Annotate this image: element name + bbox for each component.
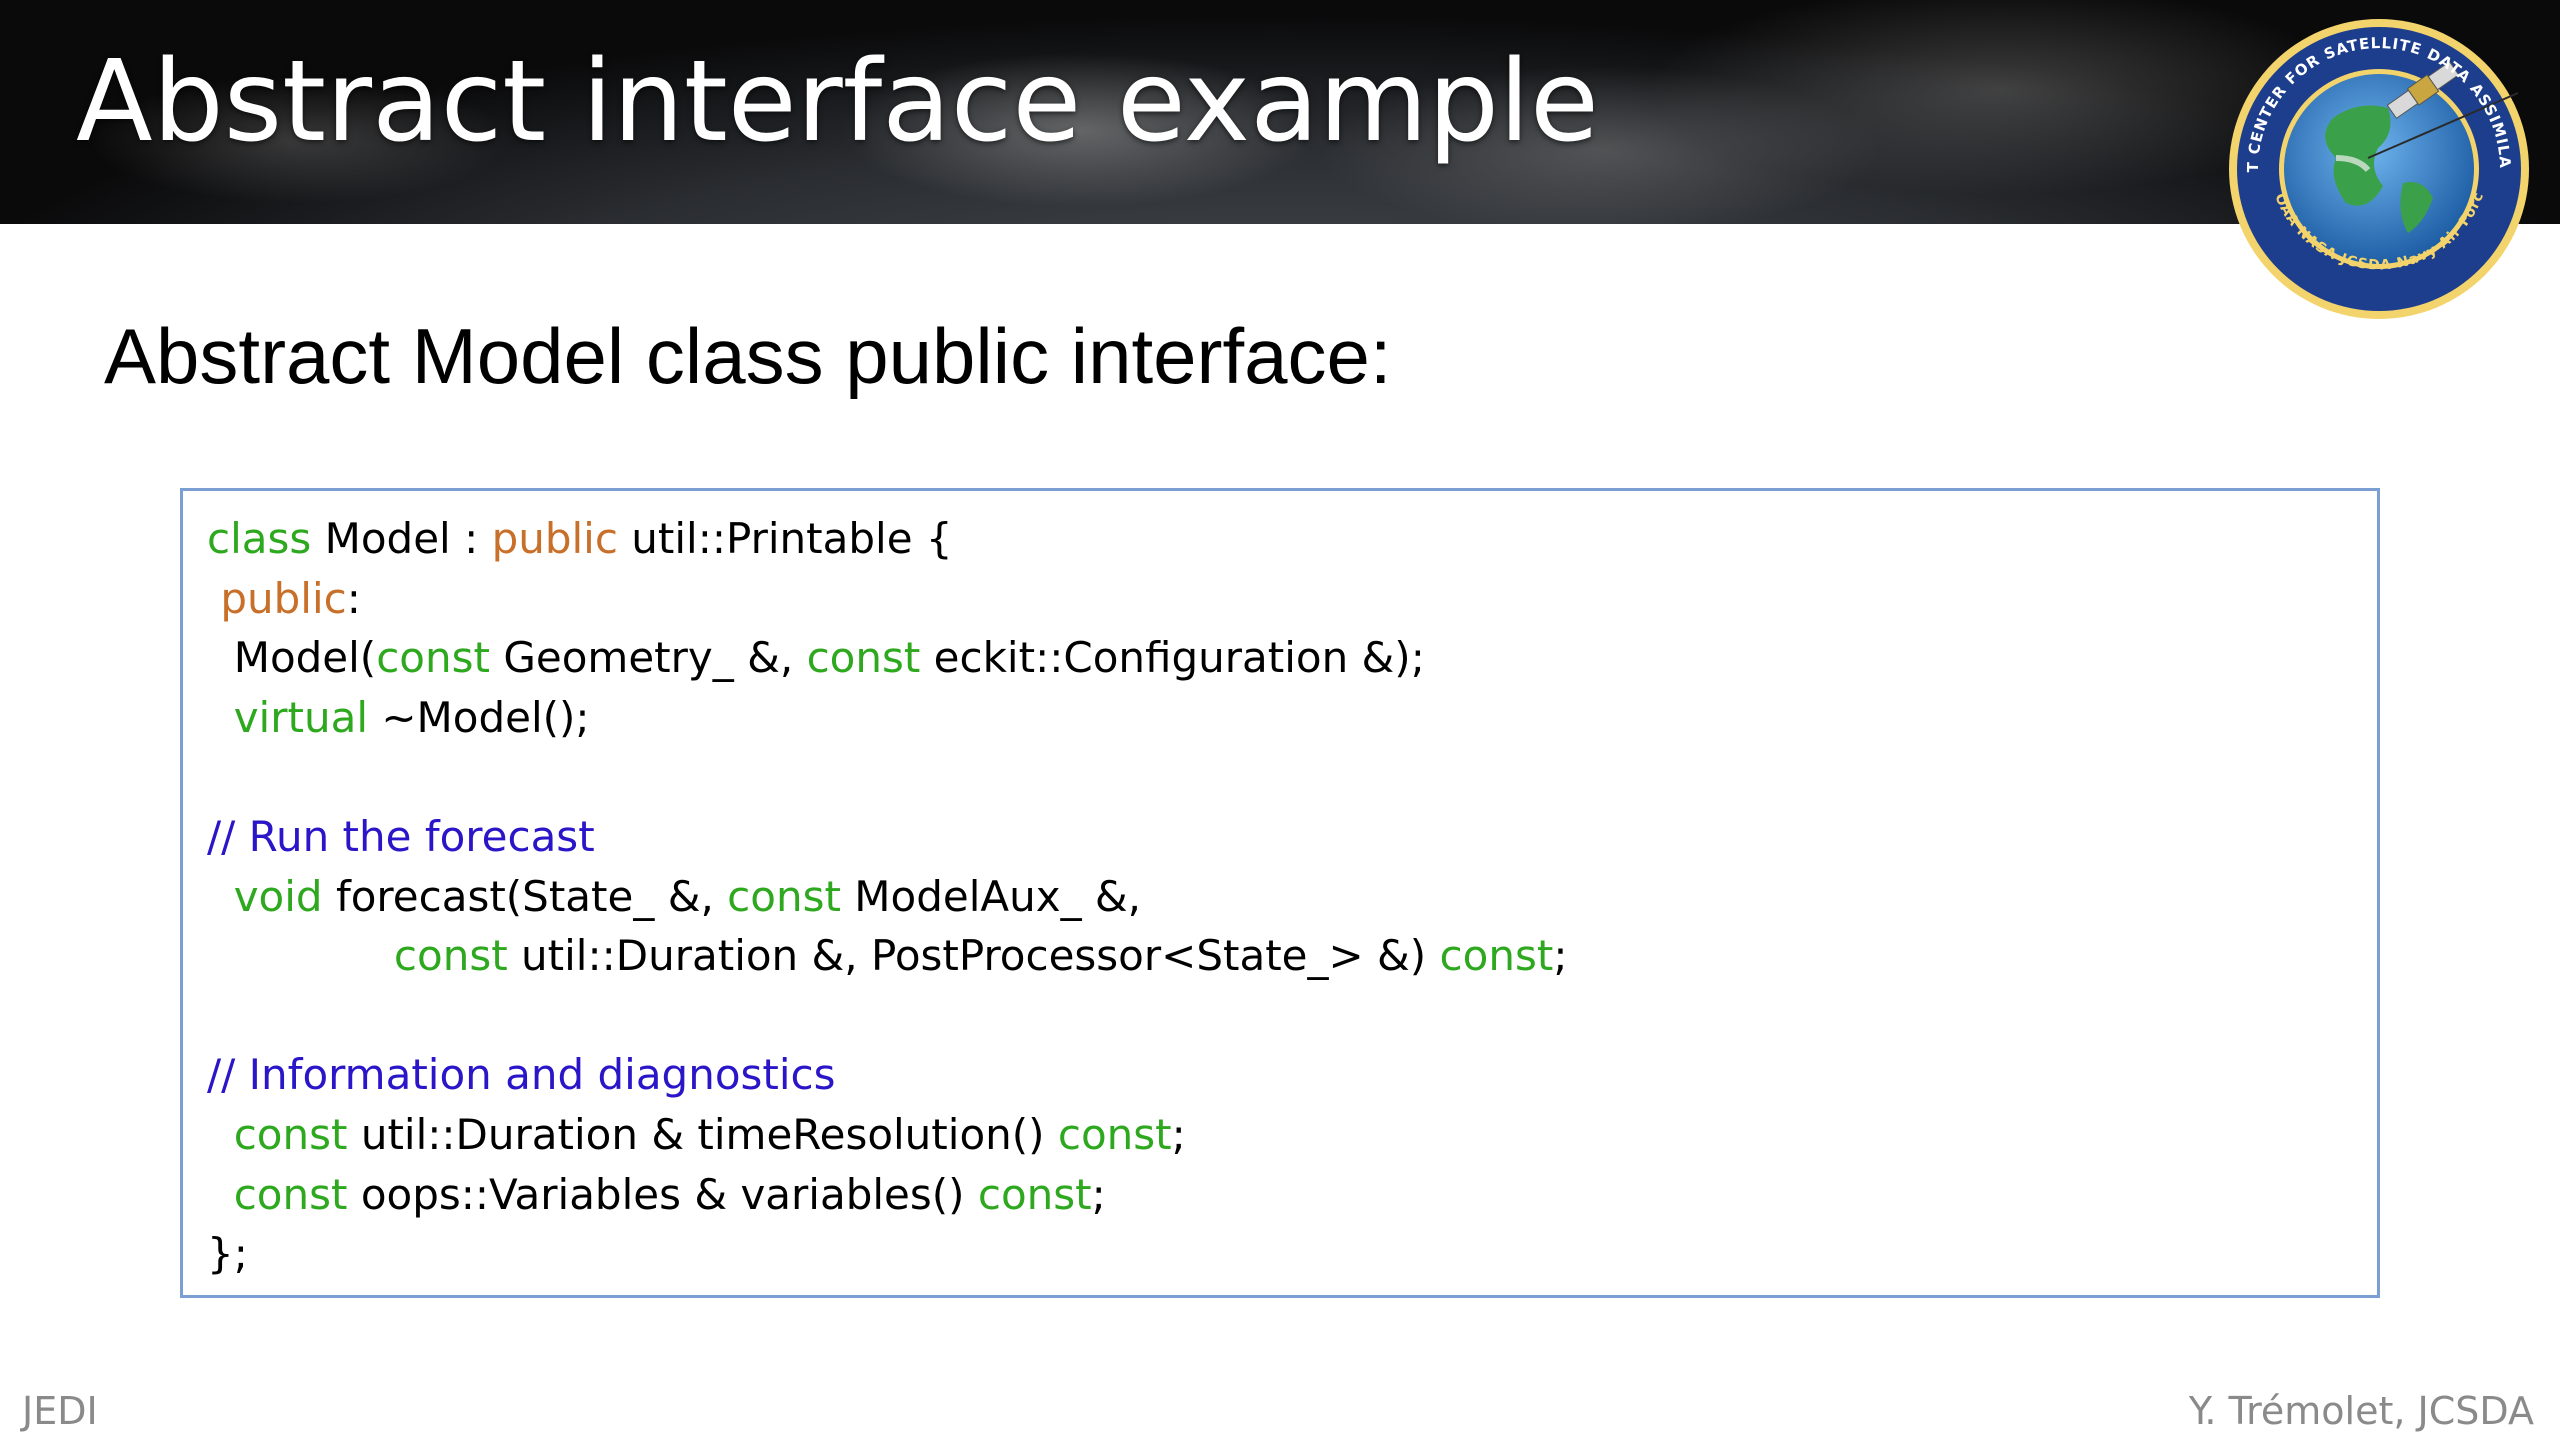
- code-line-12: const oops::Variables & variables() cons…: [207, 1165, 2353, 1225]
- keyword-const: const: [233, 1169, 348, 1219]
- code-text: Model(: [207, 633, 377, 683]
- keyword-const: const: [806, 633, 921, 683]
- code-text: eckit::Configuration &);: [920, 633, 1425, 683]
- keyword-void: void: [233, 871, 323, 921]
- code-text: util::Duration & timeResolution(): [347, 1109, 1058, 1159]
- footer-author: Y. Trémolet, JCSDA: [2188, 1389, 2534, 1433]
- code-block: class Model : public util::Printable { p…: [180, 488, 2380, 1298]
- code-text: ModelAux_ &,: [840, 871, 1142, 921]
- code-line-4: virtual ~Model();: [207, 688, 2353, 748]
- code-comment: // Information and diagnostics: [207, 1050, 836, 1100]
- keyword-public: public: [491, 514, 618, 563]
- slide-title: Abstract interface example: [76, 37, 1599, 167]
- code-text: Model :: [311, 514, 492, 563]
- keyword-const: const: [233, 1109, 348, 1159]
- code-text: oops::Variables & variables(): [347, 1169, 978, 1219]
- code-line-1: class Model : public util::Printable {: [207, 509, 2353, 569]
- code-text: util::Duration &, PostProcessor<State_> …: [507, 931, 1440, 981]
- code-text: ;: [1171, 1109, 1186, 1159]
- keyword-class: class: [207, 514, 312, 563]
- code-text: ;: [1091, 1169, 1106, 1219]
- code-comment: // Run the forecast: [207, 811, 595, 861]
- keyword-const: const: [727, 871, 841, 921]
- code-line-10: // Information and diagnostics: [207, 1045, 2353, 1105]
- code-text: util::Printable {: [617, 514, 953, 563]
- jcsda-logo-icon: JOINT CENTER FOR SATELLITE DATA ASSIMILA…: [2218, 8, 2529, 319]
- keyword-virtual: virtual: [233, 692, 368, 742]
- title-banner: Abstract interface example: [0, 0, 2560, 224]
- code-text: forecast(State_ &,: [322, 871, 728, 921]
- code-text: :: [346, 573, 361, 623]
- keyword-const: const: [376, 633, 490, 683]
- code-line-8: const util::Duration &, PostProcessor<St…: [207, 926, 2353, 986]
- code-line-7: void forecast(State_ &, const ModelAux_ …: [207, 867, 2353, 927]
- code-line-6: // Run the forecast: [207, 807, 2353, 867]
- keyword-const: const: [393, 931, 508, 981]
- code-text: Geometry_ &,: [489, 633, 807, 683]
- code-line-3: Model(const Geometry_ &, const eckit::Co…: [207, 628, 2353, 688]
- keyword-const: const: [1057, 1109, 1172, 1159]
- code-text: ;: [1553, 931, 1568, 981]
- keyword-const: const: [977, 1169, 1092, 1219]
- code-line-13: };: [207, 1224, 2353, 1284]
- slide-subtitle: Abstract Model class public interface:: [104, 312, 1392, 400]
- code-line-2: public:: [207, 569, 2353, 629]
- code-line-11: const util::Duration & timeResolution() …: [207, 1105, 2353, 1165]
- keyword-const: const: [1439, 931, 1554, 981]
- code-text: };: [207, 1229, 248, 1279]
- footer-left-label: JEDI: [22, 1389, 98, 1433]
- code-text: ~Model();: [368, 692, 590, 742]
- keyword-public: public: [220, 573, 347, 623]
